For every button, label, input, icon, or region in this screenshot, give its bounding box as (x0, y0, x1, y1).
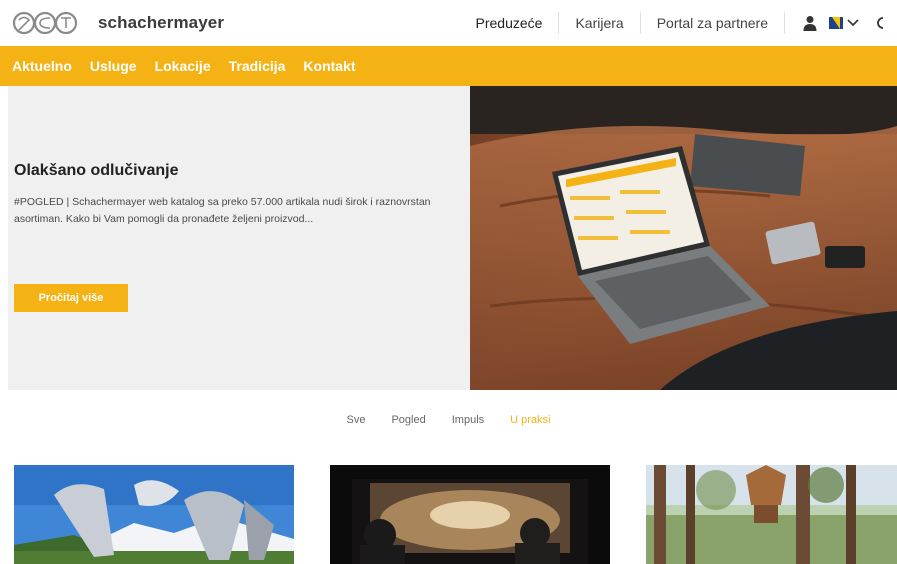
article-card[interactable] (330, 465, 610, 564)
hero-title: Olakšano odlučivanje (14, 162, 179, 179)
filter-u-praksi[interactable]: U praksi (510, 414, 550, 434)
logo-mark-icon (12, 11, 78, 35)
header-actions (785, 15, 897, 31)
subnav-lokacije[interactable]: Lokacije (155, 58, 211, 74)
hero-description: #POGLED | Schachermayer web katalog sa p… (14, 196, 431, 225)
hero-banner: Olakšano odlučivanje #POGLED | Schacherm… (8, 86, 897, 390)
article-card[interactable] (646, 465, 897, 564)
logo-text: schachermayer (98, 13, 225, 32)
logo[interactable]: schachermayer (12, 10, 224, 36)
user-icon[interactable] (803, 15, 817, 31)
hero-text: Olakšano odlučivanje #POGLED | Schacherm… (14, 162, 434, 228)
subnav-usluge[interactable]: Usluge (90, 58, 137, 74)
concert-stage-image (330, 465, 610, 564)
search-icon[interactable] (875, 16, 883, 30)
filter-impuls[interactable]: Impuls (452, 414, 484, 434)
chevron-down-icon (847, 19, 859, 27)
category-filters: Sve Pogled Impuls U praksi (0, 414, 897, 434)
filter-pogled[interactable]: Pogled (391, 414, 425, 434)
article-cards (14, 465, 897, 564)
subnav-aktuelno[interactable]: Aktuelno (12, 58, 72, 74)
read-more-button[interactable]: Pročitaj više (14, 284, 128, 312)
filter-sve[interactable]: Sve (347, 414, 366, 434)
subnav-tradicija[interactable]: Tradicija (229, 58, 286, 74)
nav-karijera[interactable]: Karijera (559, 0, 639, 46)
nav-portal-za-partnere[interactable]: Portal za partnere (641, 0, 784, 46)
section-navigation: Aktuelno Usluge Lokacije Tradicija Konta… (0, 46, 897, 86)
mountain-sculpture-image (14, 465, 294, 564)
flag-icon (829, 17, 843, 29)
nav-preduzece[interactable]: Preduzeće (460, 0, 559, 46)
hero-laptop-image (470, 86, 897, 390)
subnav-kontakt[interactable]: Kontakt (303, 58, 355, 74)
site-header: schachermayer Preduzeće Karijera Portal … (0, 0, 897, 46)
top-navigation: Preduzeće Karijera Portal za partnere (460, 0, 897, 46)
language-selector[interactable] (829, 17, 859, 29)
article-card[interactable] (14, 465, 294, 564)
treehouse-forest-image (646, 465, 897, 564)
